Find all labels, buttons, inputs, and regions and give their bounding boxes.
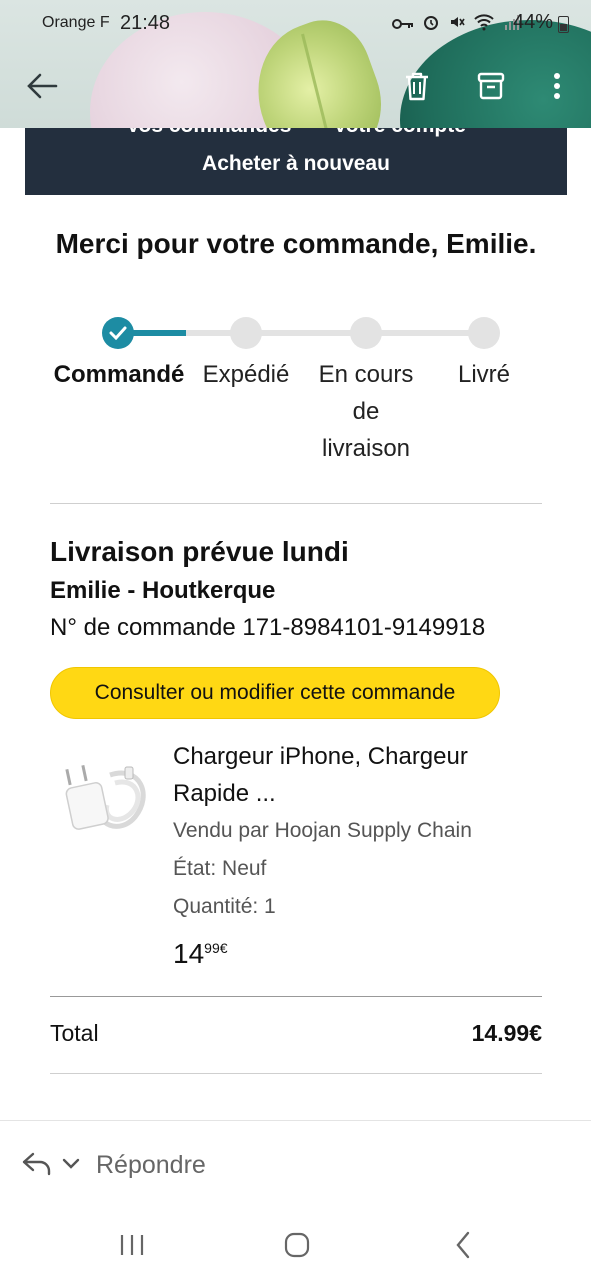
step-label-delivered: Livré [457, 361, 511, 388]
app-bar: Orange F 21:48 44% [0, 0, 591, 128]
reply-bar: Répondre [0, 1120, 591, 1209]
alarm-icon [423, 16, 438, 30]
reply-icon [22, 1152, 51, 1176]
battery-icon [558, 16, 569, 33]
product-image[interactable] [55, 755, 155, 845]
home-button[interactable] [277, 1228, 317, 1262]
more-vert-icon [554, 73, 560, 99]
divider [50, 503, 542, 504]
back-arrow-icon [27, 73, 58, 99]
reply-label[interactable]: Répondre [96, 1151, 206, 1180]
thanks-heading: Merci pour votre commande, Emilie. [55, 228, 537, 259]
delivery-title: Livraison prévue lundi [50, 536, 349, 567]
back-button[interactable] [22, 66, 62, 106]
step-dot-shipped [230, 317, 262, 349]
status-bar: Orange F 21:48 44% [0, 10, 591, 38]
delete-button[interactable] [397, 66, 437, 106]
divider [50, 1073, 542, 1074]
system-navigation-bar [0, 1208, 591, 1280]
product-title[interactable]: Chargeur iPhone, Chargeur Rapide ... [173, 738, 533, 812]
reply-options-button[interactable] [62, 1157, 80, 1175]
key-icon [392, 19, 414, 29]
carrier-label: Orange F [42, 14, 110, 31]
your-account-link[interactable]: Votre compte [333, 128, 466, 137]
archive-button[interactable] [471, 66, 511, 106]
nav-back-icon [456, 1231, 470, 1259]
price-main: 14 [173, 938, 205, 969]
buy-again-link[interactable]: Acheter à nouveau [25, 152, 567, 176]
step-label-out-for-delivery: En cours de livraison [318, 361, 414, 462]
step-dot-delivered [468, 317, 500, 349]
wifi-icon [474, 14, 494, 31]
archive-icon [477, 72, 505, 100]
status-icons [392, 13, 521, 36]
step-dot-ordered [102, 317, 134, 349]
product-seller: Vendu par Hoojan Supply Chain [173, 819, 472, 842]
check-icon [109, 326, 127, 340]
more-options-button[interactable] [537, 66, 577, 106]
step-label-ordered: Commandé [53, 361, 185, 388]
clock: 21:48 [120, 12, 171, 34]
reply-button[interactable] [22, 1151, 52, 1182]
home-icon [284, 1232, 310, 1258]
product-quantity: Quantité: 1 [173, 895, 276, 918]
battery-level: 44% [512, 11, 553, 33]
delete-icon [406, 72, 428, 101]
order-number: N° de commande 171-8984101-9149918 [50, 614, 486, 641]
nav-back-button[interactable] [443, 1228, 483, 1262]
divider [50, 996, 542, 997]
price-cents: 99€ [204, 940, 228, 956]
recents-icon [120, 1235, 144, 1255]
recipient-name: Emilie - Houtkerque [50, 577, 276, 604]
chevron-down-icon [62, 1158, 80, 1169]
total-value: 14.99€ [471, 1020, 542, 1046]
step-label-shipped: Expédié [202, 361, 290, 388]
progress-track [118, 330, 484, 336]
email-header-banner: Vos commandes Votre compte Acheter à nou… [25, 128, 567, 195]
mute-icon [450, 17, 465, 27]
header-links: Vos commandes Votre compte [25, 128, 567, 138]
recents-button[interactable] [112, 1228, 152, 1262]
product-condition: État: Neuf [173, 857, 267, 880]
order-progress: Commandé Expédié En cours de livraison L… [50, 316, 542, 466]
product-price: 1499€ [173, 938, 228, 970]
your-orders-link[interactable]: Vos commandes [126, 128, 291, 137]
total-label: Total [50, 1020, 99, 1046]
view-edit-order-button[interactable]: Consulter ou modifier cette commande [50, 667, 500, 719]
step-dot-out-for-delivery [350, 317, 382, 349]
